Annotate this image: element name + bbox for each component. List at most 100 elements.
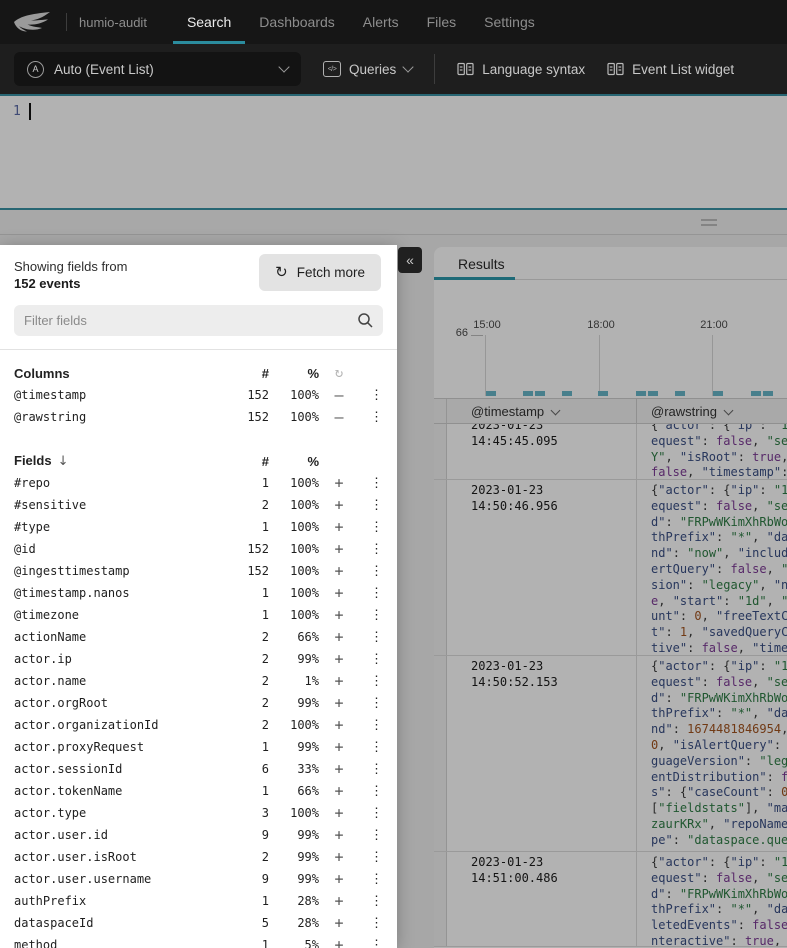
field-row: method15%+⋮	[0, 934, 397, 948]
field-count: 2	[223, 718, 269, 732]
field-name: actor.ip	[14, 652, 223, 666]
field-menu-button[interactable]: ⋮	[359, 498, 383, 513]
add-column-button[interactable]: +	[319, 496, 359, 514]
add-column-button[interactable]: +	[319, 562, 359, 580]
nav-tab-alerts[interactable]: Alerts	[349, 0, 413, 44]
add-column-button[interactable]: +	[319, 628, 359, 646]
sync-icon[interactable]: ↻	[319, 365, 359, 381]
field-menu-button[interactable]: ⋮	[359, 388, 383, 403]
add-column-button[interactable]: +	[319, 760, 359, 778]
field-menu-button[interactable]: ⋮	[359, 652, 383, 667]
field-menu-button[interactable]: ⋮	[359, 564, 383, 579]
field-percent: 99%	[269, 850, 319, 864]
field-menu-button[interactable]: ⋮	[359, 608, 383, 623]
field-name: @timezone	[14, 608, 223, 622]
add-column-button[interactable]: +	[319, 848, 359, 866]
crowdstrike-falcon-logo-icon	[12, 9, 52, 35]
add-column-button[interactable]: +	[319, 936, 359, 948]
field-name: actor.proxyRequest	[14, 740, 223, 754]
add-column-button[interactable]: +	[319, 738, 359, 756]
field-menu-button[interactable]: ⋮	[359, 872, 383, 887]
add-column-button[interactable]: +	[319, 650, 359, 668]
field-row: actor.tokenName166%+⋮	[0, 780, 397, 802]
field-menu-button[interactable]: ⋮	[359, 696, 383, 711]
add-column-button[interactable]: +	[319, 584, 359, 602]
field-menu-button[interactable]: ⋮	[359, 762, 383, 777]
add-column-button[interactable]: +	[319, 782, 359, 800]
field-menu-button[interactable]: ⋮	[359, 542, 383, 557]
add-column-button[interactable]: +	[319, 804, 359, 822]
field-count: 152	[223, 388, 269, 402]
open-book-icon	[457, 62, 474, 76]
field-count: 2	[223, 850, 269, 864]
field-menu-button[interactable]: ⋮	[359, 806, 383, 821]
field-menu-button[interactable]: ⋮	[359, 674, 383, 689]
field-row: actor.organizationId2100%+⋮	[0, 714, 397, 736]
field-percent: 66%	[269, 784, 319, 798]
add-column-button[interactable]: +	[319, 540, 359, 558]
add-column-button[interactable]: +	[319, 914, 359, 932]
collapse-fields-panel-button[interactable]: «	[398, 247, 422, 273]
field-menu-button[interactable]: ⋮	[359, 828, 383, 843]
field-percent: 100%	[269, 410, 319, 424]
humio-search-screen: humio-audit SearchDashboardsAlertsFilesS…	[0, 0, 787, 948]
field-row: #sensitive2100%+⋮	[0, 494, 397, 516]
field-menu-button[interactable]: ⋮	[359, 586, 383, 601]
field-percent: 100%	[269, 608, 319, 622]
queries-button[interactable]: </> Queries	[323, 61, 412, 77]
add-column-button[interactable]: +	[319, 870, 359, 888]
field-percent: 99%	[269, 696, 319, 710]
field-menu-button[interactable]: ⋮	[359, 938, 383, 948]
field-row: actor.proxyRequest199%+⋮	[0, 736, 397, 758]
nav-tab-settings[interactable]: Settings	[470, 0, 549, 44]
add-column-button[interactable]: +	[319, 672, 359, 690]
field-menu-button[interactable]: ⋮	[359, 718, 383, 733]
field-row: actionName266%+⋮	[0, 626, 397, 648]
event-list-widget-button[interactable]: Event List widget	[607, 62, 734, 77]
field-percent: 100%	[269, 806, 319, 820]
field-percent: 100%	[269, 564, 319, 578]
nav-tab-dashboards[interactable]: Dashboards	[245, 0, 349, 44]
nav-tab-files[interactable]: Files	[413, 0, 471, 44]
field-menu-button[interactable]: ⋮	[359, 630, 383, 645]
fetch-more-button[interactable]: ↻ Fetch more	[259, 254, 381, 291]
field-count: 1	[223, 894, 269, 908]
field-row: #repo1100%+⋮	[0, 472, 397, 494]
field-name: method	[14, 938, 223, 948]
fetch-more-label: Fetch more	[297, 265, 365, 280]
field-name: actor.tokenName	[14, 784, 223, 798]
add-column-button[interactable]: +	[319, 606, 359, 624]
field-percent: 28%	[269, 916, 319, 930]
field-menu-button[interactable]: ⋮	[359, 916, 383, 931]
nav-tab-search[interactable]: Search	[173, 0, 245, 44]
add-column-button[interactable]: +	[319, 716, 359, 734]
add-column-button[interactable]: +	[319, 694, 359, 712]
visualization-selector[interactable]: A Auto (Event List)	[14, 52, 301, 86]
remove-column-button[interactable]: —	[319, 408, 359, 426]
field-count: 9	[223, 828, 269, 842]
filter-fields-input[interactable]	[14, 305, 383, 336]
field-menu-button[interactable]: ⋮	[359, 850, 383, 865]
field-menu-button[interactable]: ⋮	[359, 476, 383, 491]
field-name: actor.user.id	[14, 828, 223, 842]
field-menu-button[interactable]: ⋮	[359, 740, 383, 755]
field-menu-button[interactable]: ⋮	[359, 520, 383, 535]
field-row: actor.user.isRoot299%+⋮	[0, 846, 397, 868]
field-count: 1	[223, 608, 269, 622]
field-menu-button[interactable]: ⋮	[359, 894, 383, 909]
field-row: actor.orgRoot299%+⋮	[0, 692, 397, 714]
field-count: 2	[223, 498, 269, 512]
field-percent: 99%	[269, 740, 319, 754]
sort-descending-icon[interactable]: ↓	[58, 454, 69, 469]
add-column-button[interactable]: +	[319, 826, 359, 844]
refresh-icon: ↻	[275, 265, 288, 280]
field-menu-button[interactable]: ⋮	[359, 410, 383, 425]
language-syntax-button[interactable]: Language syntax	[457, 62, 585, 77]
add-column-button[interactable]: +	[319, 474, 359, 492]
field-menu-button[interactable]: ⋮	[359, 784, 383, 799]
add-column-button[interactable]: +	[319, 518, 359, 536]
saved-queries-icon: </>	[323, 61, 341, 77]
add-column-button[interactable]: +	[319, 892, 359, 910]
remove-column-button[interactable]: —	[319, 386, 359, 404]
percent-header: %	[269, 366, 319, 381]
